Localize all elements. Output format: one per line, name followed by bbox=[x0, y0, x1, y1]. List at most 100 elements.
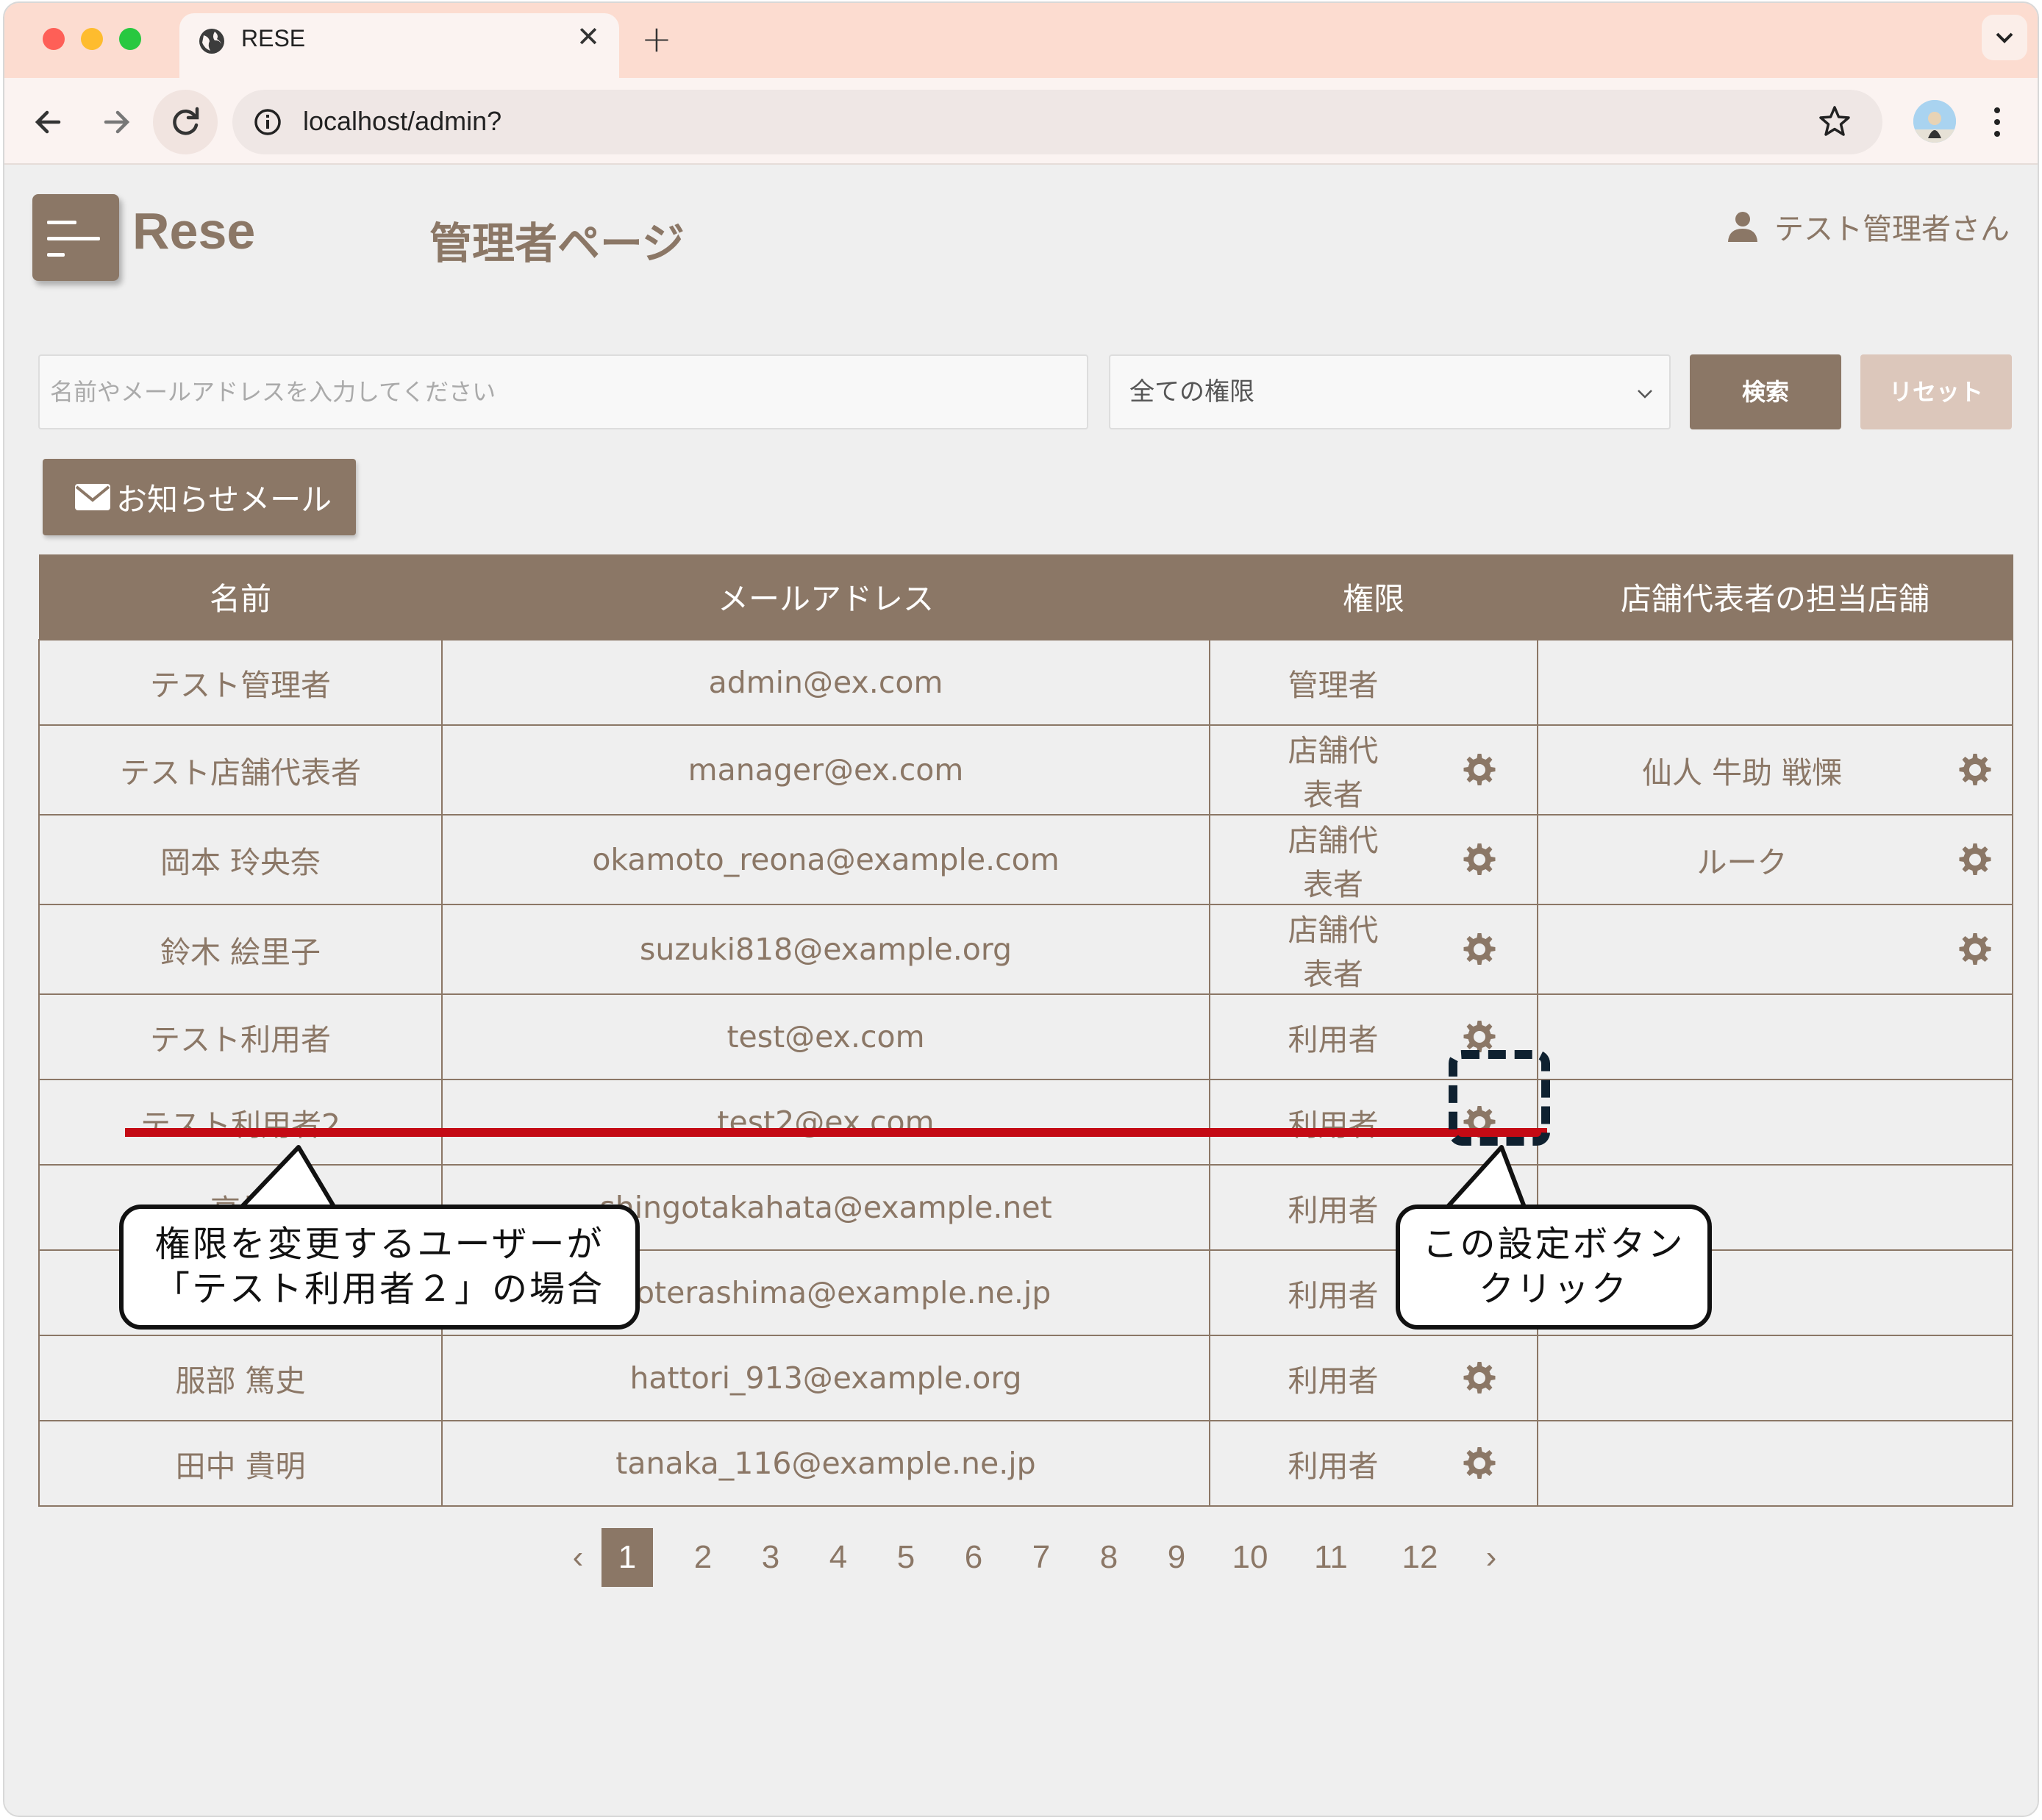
more-menu-icon[interactable] bbox=[1990, 100, 2004, 144]
pagination-page[interactable]: 3 bbox=[737, 1528, 804, 1587]
shop-settings-gear-icon[interactable] bbox=[1954, 839, 1996, 880]
role-filter-select[interactable]: 全ての権限 bbox=[1109, 354, 1671, 429]
name-text: 服部 篤史 bbox=[175, 1363, 306, 1399]
table-row: 服部 篤史 hattori_913@example.org 利用者 bbox=[38, 1335, 2013, 1421]
cell-name: 田中 貴明 bbox=[38, 1420, 443, 1507]
name-text: 田中 貴明 bbox=[175, 1449, 306, 1484]
pagination-page[interactable]: 7 bbox=[1007, 1528, 1075, 1587]
pagination-page[interactable]: 5 bbox=[872, 1528, 940, 1587]
chevron-down-icon bbox=[1996, 32, 2013, 43]
pagination-page[interactable]: 6 bbox=[940, 1528, 1007, 1587]
pagination-page[interactable]: 9 bbox=[1143, 1528, 1210, 1587]
cell-email: manager@ex.com bbox=[441, 724, 1210, 816]
pagination-page[interactable]: 11 bbox=[1290, 1528, 1372, 1587]
reload-icon bbox=[173, 107, 199, 135]
pagination-page[interactable]: 12 bbox=[1372, 1528, 1468, 1587]
shop-settings-gear-icon[interactable] bbox=[1954, 749, 1996, 791]
role-settings-gear-icon[interactable] bbox=[1459, 839, 1500, 880]
table-row: テスト店舗代表者 manager@ex.com 店舗代表者 仙人 牛助 戦慄 bbox=[38, 724, 2013, 816]
email-text: suzuki818@example.org bbox=[640, 932, 1012, 967]
email-text: hattori_913@example.org bbox=[629, 1360, 1022, 1396]
role-settings-gear-icon[interactable] bbox=[1459, 929, 1500, 970]
table-row: テスト管理者 admin@ex.com 管理者 bbox=[38, 639, 2013, 726]
menu-line bbox=[47, 253, 65, 257]
pagination-next[interactable]: › bbox=[1468, 1528, 1515, 1587]
pagination-page[interactable]: 1 bbox=[601, 1528, 653, 1587]
url-text[interactable]: localhost/admin? bbox=[303, 106, 501, 137]
role-settings-gear-icon[interactable] bbox=[1459, 1357, 1500, 1399]
cell-email: okamoto_reona@example.com bbox=[441, 814, 1210, 905]
callout-text: クリック bbox=[1478, 1268, 1629, 1310]
annotation-callout-user: 権限を変更するユーザーが 「テスト利用者２」の場合 bbox=[119, 1205, 640, 1330]
role-text: 管理者 bbox=[1288, 668, 1379, 703]
mail-icon bbox=[75, 484, 110, 510]
role-settings-gear-icon[interactable] bbox=[1459, 749, 1500, 791]
tab-close-icon[interactable]: ✕ bbox=[576, 21, 600, 53]
profile-avatar[interactable] bbox=[1913, 100, 1956, 143]
tab-bar: RESE ✕ + bbox=[4, 3, 2038, 78]
forward-arrow-icon[interactable] bbox=[94, 100, 138, 144]
callout-text: 権限を変更するユーザーが bbox=[154, 1223, 604, 1265]
table-row: 岡本 玲央奈 okamoto_reona@example.com 店舗代表者 ルーク bbox=[38, 814, 2013, 905]
pagination-page[interactable]: 4 bbox=[804, 1528, 872, 1587]
annotation-underline bbox=[125, 1128, 1547, 1137]
notice-mail-button[interactable]: お知らせメール bbox=[43, 459, 356, 535]
cell-name: 岡本 玲央奈 bbox=[38, 814, 443, 905]
column-header-shop: 店舗代表者の担当店舗 bbox=[1537, 554, 2013, 640]
cell-role: 店舗代表者 bbox=[1209, 904, 1538, 995]
role-select-value: 全ての権限 bbox=[1129, 377, 1254, 407]
pagination-prev[interactable]: ‹ bbox=[554, 1528, 601, 1587]
callout-text: この設定ボタン bbox=[1422, 1223, 1685, 1265]
cell-name: テスト管理者 bbox=[38, 639, 443, 726]
column-header-role: 権限 bbox=[1209, 554, 1538, 640]
column-header-name: 名前 bbox=[38, 554, 443, 640]
cell-name: 鈴木 絵里子 bbox=[38, 904, 443, 995]
cell-name: テスト店舗代表者 bbox=[38, 724, 443, 816]
pagination: ‹ 1 2 3 4 5 6 7 8 9 10 11 12 › bbox=[554, 1528, 1515, 1587]
avatar-icon bbox=[1913, 100, 1956, 143]
pagination-page[interactable]: 2 bbox=[669, 1528, 737, 1587]
page-title: 管理者ページ bbox=[429, 218, 685, 268]
tab-search-button[interactable] bbox=[1982, 15, 2027, 60]
address-bar[interactable]: localhost/admin? bbox=[232, 90, 1882, 154]
new-tab-button[interactable]: + bbox=[641, 18, 672, 60]
bookmark-star-icon[interactable] bbox=[1816, 103, 1853, 140]
minimize-window-button[interactable] bbox=[81, 28, 103, 50]
cell-name: テスト利用者2 bbox=[38, 1079, 443, 1166]
table-row: 田中 貴明 tanaka_116@example.ne.jp 利用者 bbox=[38, 1420, 2013, 1507]
cell-shop bbox=[1537, 993, 2013, 1080]
email-text: test@ex.com bbox=[727, 1019, 925, 1054]
cell-role: 利用者 bbox=[1209, 1420, 1538, 1507]
notice-mail-label: お知らせメール bbox=[116, 481, 332, 518]
annotation-focus-box bbox=[1449, 1050, 1550, 1146]
reload-button[interactable] bbox=[153, 90, 218, 154]
cell-role: 店舗代表者 bbox=[1209, 724, 1538, 816]
search-button[interactable]: 検索 bbox=[1690, 354, 1841, 429]
cell-email: suzuki818@example.org bbox=[441, 904, 1210, 995]
name-text: 岡本 玲央奈 bbox=[160, 845, 321, 880]
cell-shop bbox=[1537, 1079, 2013, 1166]
cell-shop: ルーク bbox=[1537, 814, 2013, 905]
cell-shop bbox=[1537, 639, 2013, 726]
role-settings-gear-icon[interactable] bbox=[1459, 1443, 1500, 1484]
browser-window: RESE ✕ + localhost/admin? Rese 管理者ページ テス… bbox=[3, 1, 2039, 1817]
cell-role: 管理者 bbox=[1209, 639, 1538, 726]
search-input[interactable]: 名前やメールアドレスを入力してください bbox=[38, 354, 1088, 429]
info-icon[interactable] bbox=[251, 106, 284, 138]
pagination-page[interactable]: 10 bbox=[1210, 1528, 1290, 1587]
maximize-window-button[interactable] bbox=[119, 28, 141, 50]
reset-button[interactable]: リセット bbox=[1860, 354, 2012, 429]
annotation-callout-button: この設定ボタン クリック bbox=[1396, 1205, 1712, 1330]
shop-text: 仙人 牛助 戦慄 bbox=[1641, 755, 1843, 791]
browser-tab[interactable]: RESE ✕ bbox=[179, 13, 619, 78]
pagination-page[interactable]: 8 bbox=[1075, 1528, 1143, 1587]
close-window-button[interactable] bbox=[43, 28, 65, 50]
table-row: テスト利用者 test@ex.com 利用者 bbox=[38, 993, 2013, 1080]
email-text: manager@ex.com bbox=[688, 752, 964, 788]
shop-settings-gear-icon[interactable] bbox=[1954, 929, 1996, 970]
app-logo[interactable]: Rese bbox=[132, 201, 255, 260]
cell-shop bbox=[1537, 904, 2013, 995]
back-arrow-icon[interactable] bbox=[26, 100, 71, 144]
name-text: テスト店舗代表者 bbox=[120, 755, 361, 791]
hamburger-menu-button[interactable] bbox=[32, 194, 119, 281]
